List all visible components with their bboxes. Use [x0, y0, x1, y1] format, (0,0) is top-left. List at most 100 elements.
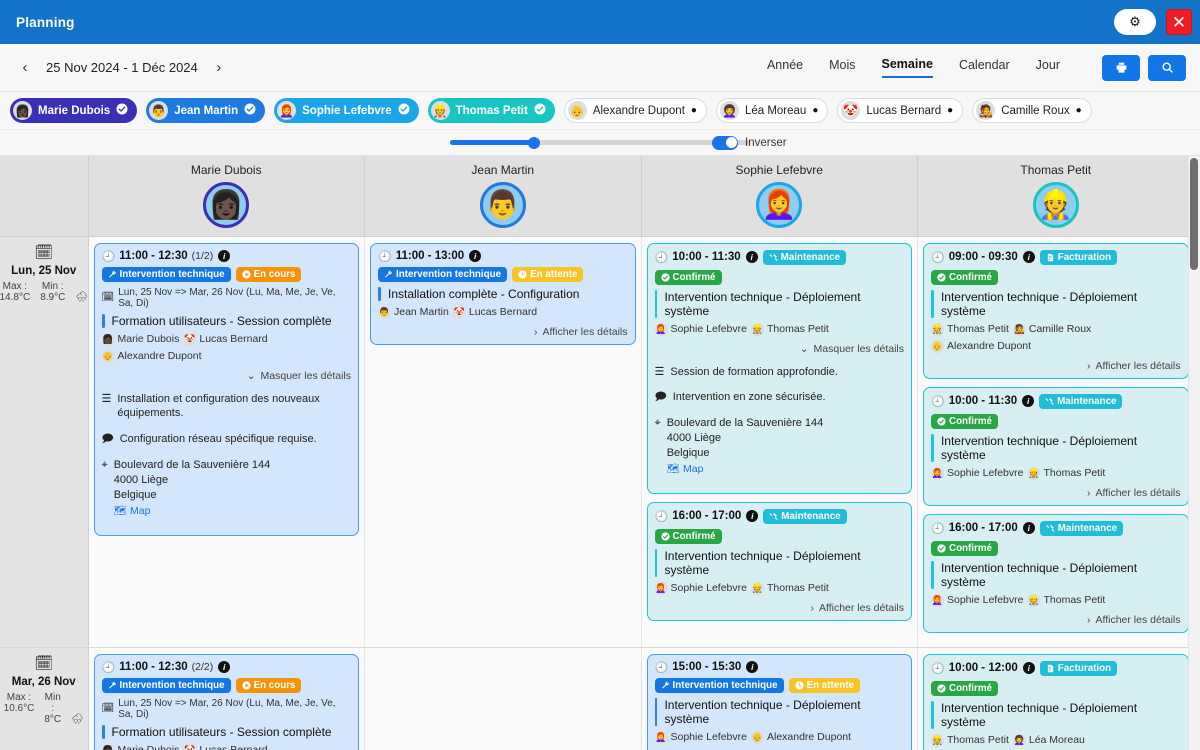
tab-mois[interactable]: Mois — [829, 58, 855, 77]
grid-corner-cell — [0, 156, 89, 237]
event-card[interactable]: 🕘 16:00 - 17:00 i Maintenance Confirmé Interv… — [646, 501, 912, 621]
event-details-toggle[interactable]: › Afficher les détails — [931, 614, 1181, 626]
check-circle-icon — [398, 103, 410, 115]
info-icon[interactable]: i — [746, 661, 759, 673]
info-icon[interactable]: i — [1022, 395, 1035, 407]
event-card[interactable]: 🕘 11:00 - 12:30 (1/2) i Intervention techni… — [93, 242, 359, 536]
day-cell[interactable]: 🕘 15:00 - 15:30 i Intervention technique En … — [641, 647, 918, 750]
next-period-button[interactable]: › — [208, 57, 230, 79]
event-tag-0[interactable]: Intervention technique — [654, 677, 784, 693]
tab-annee[interactable]: Année — [767, 58, 803, 77]
info-icon[interactable]: i — [218, 250, 231, 262]
event-card[interactable]: 🕘 10:00 - 11:30 i Maintenance Confirmé Interv… — [646, 242, 912, 494]
info-icon[interactable]: i — [218, 661, 231, 673]
event-tag-0[interactable]: Intervention technique — [101, 266, 231, 282]
event-tag-0[interactable]: Intervention technique — [378, 266, 508, 282]
info-icon[interactable]: i — [469, 250, 482, 262]
event-tag-0[interactable]: Facturation — [1039, 249, 1118, 265]
tab-semaine[interactable]: Semaine — [881, 57, 933, 78]
info-icon[interactable]: i — [1022, 251, 1035, 263]
day-cell[interactable]: 🕘 09:00 - 09:30 i Facturation Confirmé Interv… — [917, 236, 1195, 648]
event-time: 🕘 16:00 - 17:00 — [931, 522, 1018, 535]
event-tag-1[interactable]: Confirmé — [931, 680, 999, 696]
event-tag-1[interactable]: Confirmé — [931, 413, 999, 429]
event-tag-0[interactable]: Intervention technique — [101, 677, 231, 693]
day-cell[interactable]: 🕘 11:00 - 12:30 (2/2) i Intervention techni… — [88, 647, 365, 750]
map-link[interactable]: 🗺 Map — [667, 462, 824, 476]
tab-jour[interactable]: Jour — [1036, 58, 1060, 77]
map-link[interactable]: 🗺 Map — [114, 504, 271, 518]
resource-chip-alexandre-dupont[interactable]: 👴 Alexandre Dupont ● — [563, 98, 707, 123]
print-button[interactable] — [1102, 54, 1140, 81]
info-icon[interactable]: i — [1022, 522, 1035, 534]
vertical-scrollbar-track[interactable] — [1188, 156, 1200, 750]
notes-icon: ☰ — [101, 392, 112, 405]
event-tag-0[interactable]: Maintenance — [762, 249, 846, 265]
max-value: 14.8°C — [0, 291, 31, 303]
attendee-name: Sophie Lefebvre — [670, 323, 747, 335]
event-occurrence-counter: (2/2) — [191, 661, 214, 673]
event-card[interactable]: 🕘 11:00 - 12:30 (2/2) i Intervention techni… — [93, 653, 359, 750]
event-tag-1[interactable]: Confirmé — [654, 269, 722, 285]
resource-chip-l-a-moreau[interactable]: 👩‍🦱 Léa Moreau ● — [715, 98, 829, 123]
resource-chip-thomas-petit[interactable]: 👷 Thomas Petit — [427, 98, 555, 123]
zoom-slider-knob[interactable] — [528, 136, 540, 149]
resource-chip-sophie-lefebvre[interactable]: 👩‍🦰 Sophie Lefebvre — [274, 98, 419, 123]
invert-toggle[interactable] — [712, 135, 738, 150]
event-tag-1[interactable]: En attente — [788, 677, 860, 693]
info-icon[interactable]: i — [1022, 662, 1035, 674]
day-cell[interactable]: 🕘 10:00 - 11:30 i Maintenance Confirmé Interv… — [641, 236, 918, 648]
resource-chip-jean-martin[interactable]: 👨 Jean Martin — [146, 98, 266, 123]
resource-chip-lucas-bernard[interactable]: 🤡 Lucas Bernard ● — [837, 98, 964, 123]
event-tag-0[interactable]: Maintenance — [1039, 520, 1124, 536]
event-header: 🕘 16:00 - 17:00 i Maintenance Confirmé — [654, 508, 905, 544]
avatar: 👴 — [750, 730, 764, 744]
event-tag-1[interactable]: Confirmé — [931, 540, 999, 556]
event-details-toggle[interactable]: › Afficher les détails — [378, 326, 628, 338]
event-card[interactable]: 🕘 09:00 - 09:30 i Facturation Confirmé Interv… — [923, 242, 1189, 379]
event-details-toggle[interactable]: › Afficher les détails — [655, 602, 904, 614]
resource-chip-marie-dubois[interactable]: 👩🏿 Marie Dubois — [10, 98, 138, 123]
event-card[interactable]: 🕘 10:00 - 11:30 i Maintenance Confirmé Interv… — [923, 386, 1189, 506]
settings-button[interactable]: ⚙ — [1114, 9, 1156, 35]
info-icon[interactable]: i — [745, 251, 758, 263]
check-circle-icon — [534, 103, 546, 118]
day-cell[interactable]: 🕘 11:00 - 12:30 (1/2) i Intervention techni… — [88, 236, 365, 648]
tools-icon — [1046, 524, 1055, 532]
event-tag-1[interactable]: Confirmé — [931, 269, 999, 285]
day-cell[interactable]: 🕘 10:00 - 12:00 i Facturation Confirmé Interv… — [917, 647, 1195, 750]
event-details-toggle[interactable]: ⌄ Masquer les détails — [102, 370, 351, 382]
tab-calendar[interactable]: Calendar — [959, 58, 1010, 77]
event-details-toggle[interactable]: › Afficher les détails — [931, 487, 1181, 499]
search-button[interactable] — [1148, 54, 1186, 81]
weather-summary: Max :10.6°C Min :8°C 🌧 — [4, 692, 84, 725]
event-tag-0[interactable]: Facturation — [1039, 660, 1118, 676]
day-cell[interactable] — [364, 647, 642, 750]
event-tag-0[interactable]: Maintenance — [1039, 393, 1123, 409]
dot-icon: ● — [947, 105, 954, 116]
location-icon: ⌖ — [654, 417, 661, 430]
resource-chip-camille-roux[interactable]: 🧑‍🎤 Camille Roux ● — [972, 98, 1092, 123]
vertical-scrollbar-thumb[interactable] — [1190, 158, 1198, 270]
info-icon[interactable]: i — [746, 510, 759, 523]
event-details-toggle[interactable]: › Afficher les détails — [931, 360, 1181, 372]
event-tag-0[interactable]: Maintenance — [763, 508, 847, 524]
event-details-toggle[interactable]: ⌄ Masquer les détails — [655, 343, 904, 355]
check-circle-icon — [116, 103, 128, 115]
event-tag-1[interactable]: Confirmé — [654, 528, 722, 544]
close-button[interactable]: ✕ — [1166, 9, 1192, 35]
avatar: 👷 — [931, 322, 944, 336]
avatar: 👩🏿 — [13, 101, 32, 120]
event-card[interactable]: 🕘 16:00 - 17:00 i Maintenance Confirmé Interv… — [923, 513, 1189, 633]
prev-period-button[interactable]: ‹ — [14, 57, 36, 79]
zoom-slider[interactable] — [450, 136, 750, 149]
event-tag-1[interactable]: En cours — [235, 677, 302, 693]
day-cell[interactable]: 🕘 11:00 - 13:00 i Intervention technique En … — [364, 236, 642, 648]
event-tag-1[interactable]: En attente — [512, 266, 584, 282]
event-tag-1[interactable]: En cours — [235, 266, 302, 282]
event-card[interactable]: 🕘 11:00 - 13:00 i Intervention technique En … — [370, 242, 636, 345]
event-card[interactable]: 🕘 10:00 - 12:00 i Facturation Confirmé Interv… — [923, 653, 1189, 750]
check-circle-icon — [244, 103, 256, 118]
attendee: 👷 Thomas Petit — [1027, 466, 1105, 480]
event-card[interactable]: 🕘 15:00 - 15:30 i Intervention technique En … — [646, 653, 912, 750]
